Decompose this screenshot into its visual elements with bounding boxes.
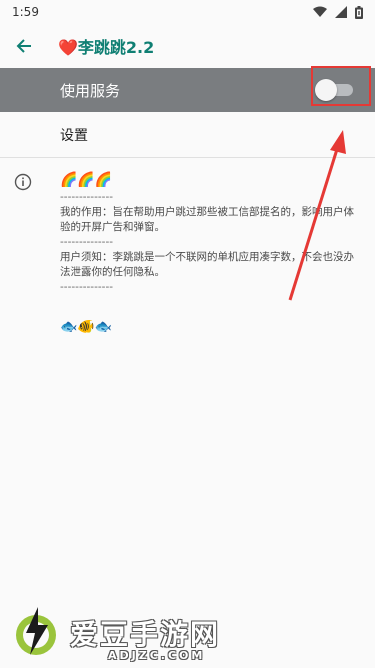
- watermark-name: 爱豆手游网: [70, 618, 221, 651]
- watermark-logo: [16, 607, 56, 655]
- watermark-domain: ADJZC.COM: [108, 649, 206, 662]
- annotation-arrow: [288, 130, 346, 301]
- watermark: 爱豆手游网 ADJZC.COM: [8, 603, 268, 667]
